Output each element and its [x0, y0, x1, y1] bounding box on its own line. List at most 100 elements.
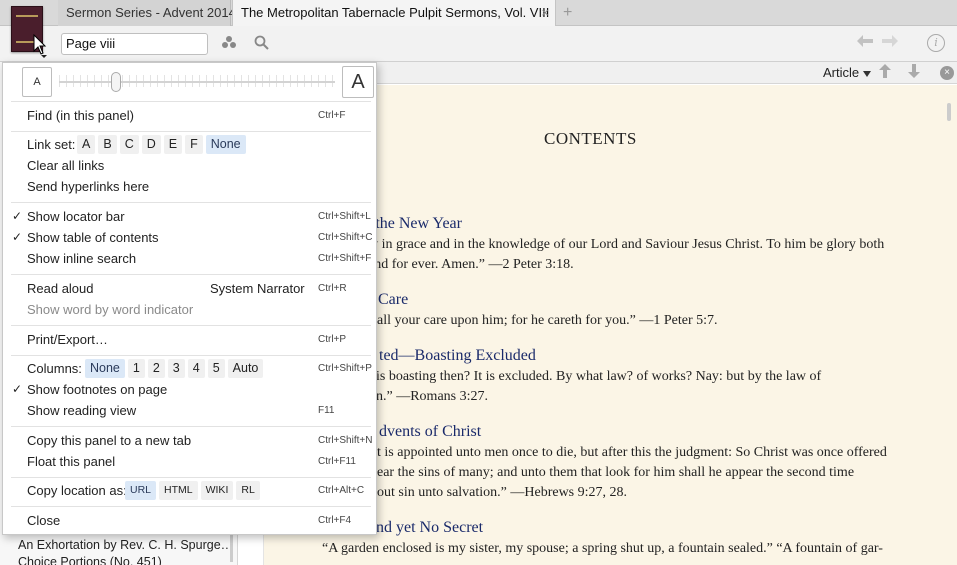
menu-item-close[interactable]: Close Ctrl+F4 [3, 510, 376, 531]
decrease-font-button[interactable]: A [22, 67, 52, 97]
menu-item-clear-links[interactable]: Clear all links [3, 155, 376, 176]
menu-item-shortcut: Ctrl+F11 [318, 456, 356, 467]
menu-item-shortcut: Ctrl+Shift+L [318, 211, 371, 222]
next-article-icon[interactable] [908, 64, 920, 81]
menu-item-shortcut: Ctrl+Shift+N [318, 435, 373, 446]
link-set-options: A B C D E F None [77, 135, 246, 154]
sermon-text: and for ever. Amen.” —2 Peter 3:18. [368, 257, 574, 272]
menu-separator [11, 325, 371, 326]
menu-item-show-inline-search[interactable]: Show inline search Ctrl+Shift+F [3, 248, 376, 269]
sermon-text: ear the sins of many; and unto them that… [377, 465, 855, 480]
font-size-slider-track[interactable] [59, 81, 335, 83]
toc-entry[interactable]: An Exhortation by Rev. C. H. Spurge… [18, 538, 233, 552]
sermon-text: n.” —Romans 3:27. [376, 389, 488, 404]
columns-option-5[interactable]: 5 [207, 359, 225, 378]
sermon-title-link[interactable]: ted—Boasting Excluded [379, 347, 536, 365]
menu-item-shortcut: Ctrl+Shift+F [318, 253, 372, 264]
menu-item-shortcut: F11 [318, 405, 335, 416]
link-set-option-a[interactable]: A [77, 135, 96, 154]
sermon-text: is boasting then? It is excluded. By wha… [376, 369, 822, 384]
menu-item-label: Show reading view [27, 403, 137, 418]
menu-item-show-footnotes[interactable]: ✓ Show footnotes on page [3, 379, 376, 400]
sermon-text: w in grace and in the knowledge of our L… [368, 237, 885, 252]
link-set-option-none[interactable]: None [205, 135, 246, 154]
menu-item-word-indicator: Show word by word indicator [3, 299, 376, 320]
toc-entry[interactable]: Choice Portions (No. 451) [18, 555, 162, 565]
previous-article-icon[interactable] [879, 64, 891, 81]
columns-option-4[interactable]: 4 [187, 359, 205, 378]
search-icon[interactable] [254, 35, 269, 53]
sermon-title-link[interactable]: Care [378, 291, 408, 309]
tab-label: The Metropolitan Tabernacle Pulpit Sermo… [241, 5, 550, 20]
columns-option-1[interactable]: 1 [127, 359, 145, 378]
link-set-option-e[interactable]: E [163, 135, 183, 154]
tab-sermon-series[interactable]: Sermon Series - Advent 2014 [58, 0, 236, 26]
article-label: Article [823, 65, 860, 80]
increase-font-button[interactable]: A [342, 66, 374, 98]
content-scrollbar[interactable] [947, 103, 951, 121]
font-size-slider-thumb[interactable] [111, 72, 121, 92]
menu-item-shortcut: Ctrl+F4 [318, 515, 352, 526]
sermon-title-link[interactable]: r the New Year [366, 215, 462, 233]
copy-location-option-html[interactable]: HTML [159, 481, 198, 500]
menu-item-show-toc[interactable]: ✓ Show table of contents Ctrl+Shift+C [3, 227, 376, 248]
menu-item-read-aloud[interactable]: Read aloud System Narrator Ctrl+R [3, 278, 376, 299]
reference-box[interactable]: Page viii [61, 33, 208, 55]
forward-arrow-icon[interactable] [882, 34, 898, 52]
new-tab-button[interactable]: + [563, 0, 572, 26]
menu-item-show-reading-view[interactable]: Show reading view F11 [3, 400, 376, 421]
menu-item-print-export[interactable]: Print/Export… Ctrl+P [3, 329, 376, 350]
columns-option-2[interactable]: 2 [147, 359, 165, 378]
menu-item-send-hyperlinks[interactable]: Send hyperlinks here [3, 176, 376, 197]
menu-item-find[interactable]: Find (in this panel) Ctrl+F [3, 105, 376, 126]
link-set-option-f[interactable]: F [185, 135, 203, 154]
menu-item-copy-panel[interactable]: Copy this panel to a new tab Ctrl+Shift+… [3, 430, 376, 451]
menu-separator [11, 202, 371, 203]
menu-item-label: Read aloud [27, 281, 94, 296]
article-dropdown[interactable]: Article [823, 65, 871, 80]
menu-separator [11, 477, 371, 478]
columns-options: None 1 2 3 4 5 Auto [85, 359, 264, 378]
menu-item-label: Columns: [27, 361, 82, 376]
tab-label: Sermon Series - Advent 2014 [66, 5, 236, 20]
columns-option-none[interactable]: None [85, 359, 125, 378]
contents-heading: CONTENTS [544, 129, 637, 148]
menu-separator [11, 101, 371, 102]
menu-item-label: Link set: [27, 137, 76, 152]
sermon-text: out sin unto salvation.” —Hebrews 9:27, … [377, 485, 628, 500]
sermon-title-link[interactable]: dvents of Christ [379, 423, 481, 441]
close-tab-icon[interactable]: × [541, 0, 549, 26]
back-arrow-icon[interactable] [857, 34, 873, 52]
menu-separator [11, 131, 371, 132]
menu-separator [11, 274, 371, 275]
copy-location-option-rl[interactable]: RL [236, 481, 260, 500]
menu-item-label: Float this panel [27, 454, 116, 469]
menu-item-show-locator-bar[interactable]: ✓ Show locator bar Ctrl+Shift+L [3, 206, 376, 227]
parallel-resources-icon[interactable] [221, 35, 237, 52]
columns-option-3[interactable]: 3 [167, 359, 185, 378]
copy-location-option-url[interactable]: URL [125, 481, 157, 500]
menu-item-label: Send hyperlinks here [27, 179, 150, 194]
menu-item-label: Show word by word indicator [27, 302, 194, 317]
menu-separator [11, 506, 371, 507]
panel-toolbar: Page viii i [0, 26, 957, 62]
close-panel-icon[interactable]: × [940, 66, 954, 80]
link-set-option-d[interactable]: D [141, 135, 161, 154]
menu-item-label: Clear all links [27, 158, 105, 173]
menu-item-label: Show locator bar [27, 209, 125, 224]
link-set-option-c[interactable]: C [119, 135, 139, 154]
link-set-option-b[interactable]: B [98, 135, 117, 154]
menu-item-shortcut: Ctrl+Shift+C [318, 232, 373, 243]
tab-bar: Sermon Series - Advent 2014 The Metropol… [0, 0, 957, 26]
menu-item-float-panel[interactable]: Float this panel Ctrl+F11 [3, 451, 376, 472]
tab-metropolitan-pulpit[interactable]: The Metropolitan Tabernacle Pulpit Sermo… [232, 0, 556, 26]
menu-item-shortcut: Ctrl+Alt+C [318, 485, 365, 496]
sermon-text: t is appointed unto men once to die, but… [377, 445, 887, 460]
menu-item-label: Copy this panel to a new tab [27, 433, 192, 448]
copy-location-options: URL HTML WIKI RL [125, 481, 260, 500]
columns-option-auto[interactable]: Auto [227, 359, 264, 378]
toc-scrollbar[interactable] [230, 532, 233, 562]
info-icon[interactable]: i [927, 34, 945, 52]
copy-location-option-wiki[interactable]: WIKI [200, 481, 234, 500]
sermon-title-link[interactable]: nd yet No Secret [376, 519, 483, 537]
